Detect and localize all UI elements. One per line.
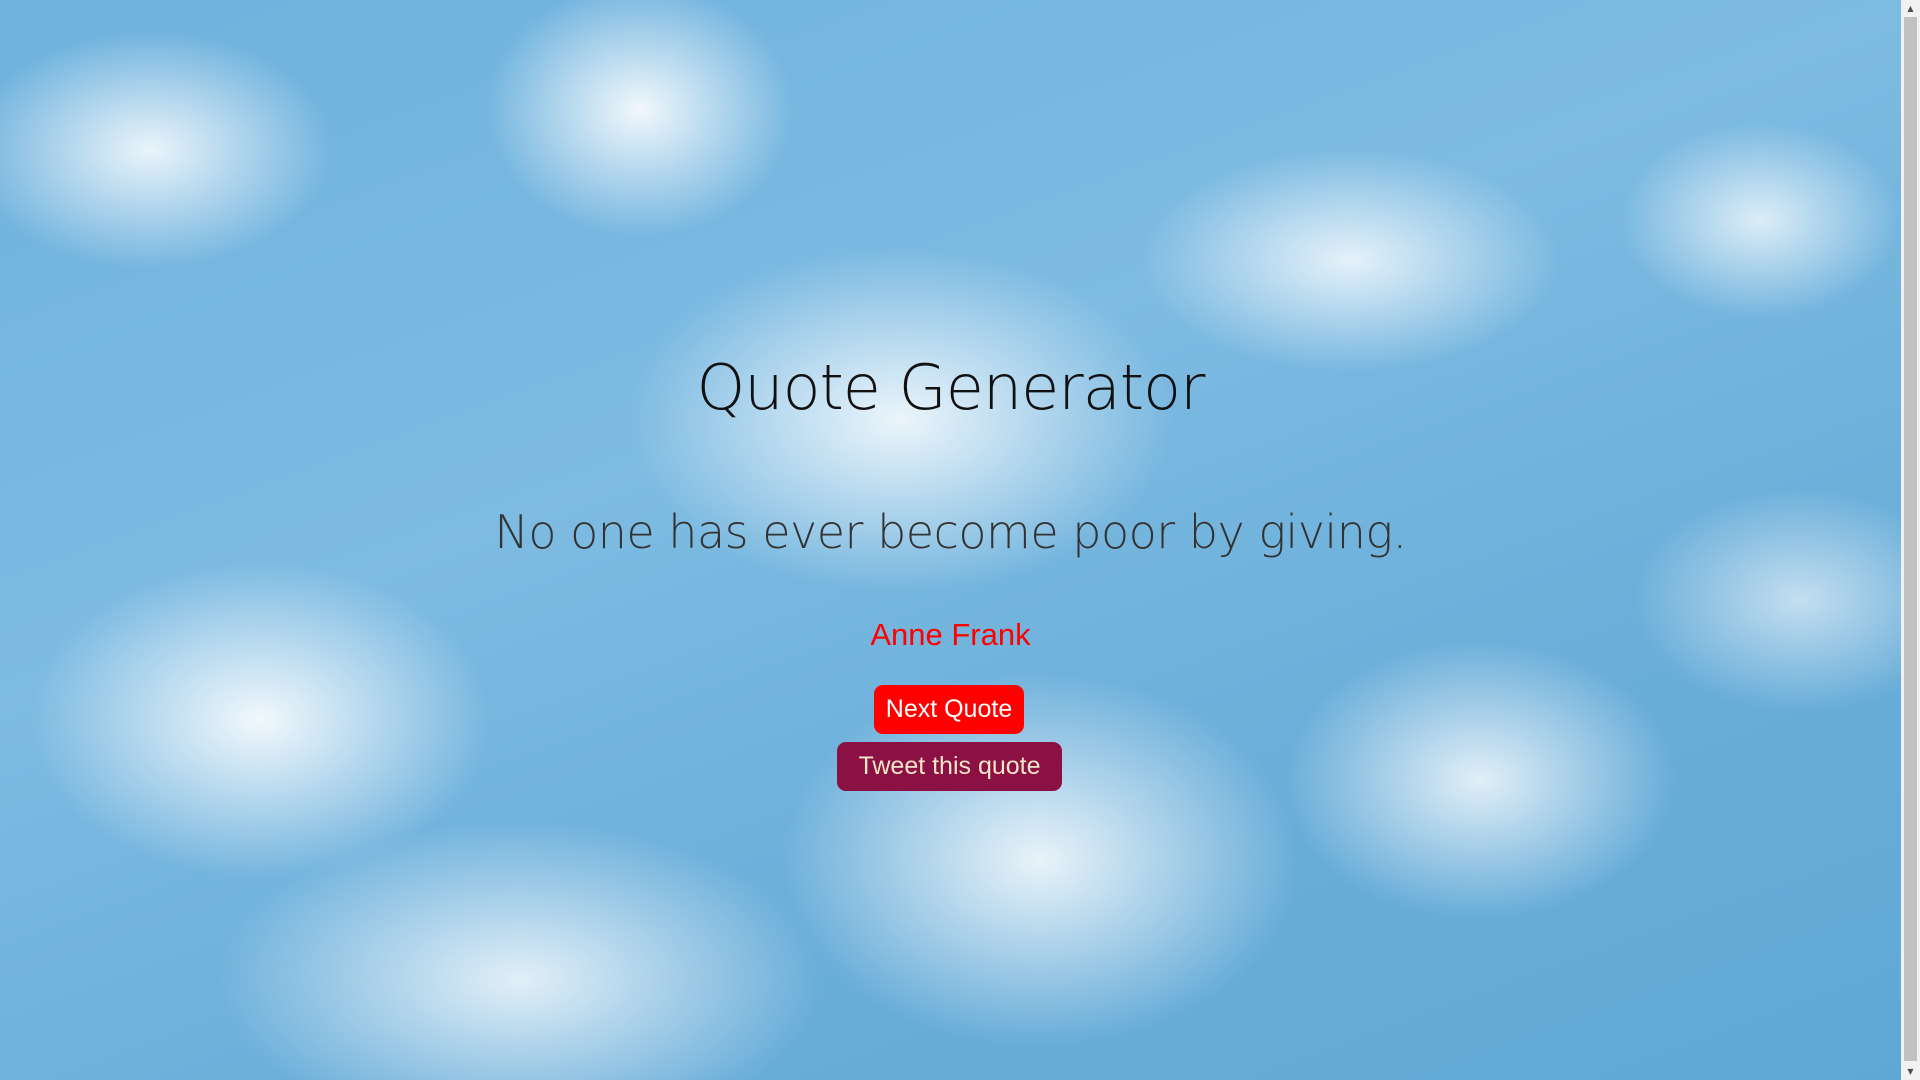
quote-text: No one has ever become poor by giving. [494, 505, 1407, 559]
scroll-up-icon[interactable]: ▲ [1901, 0, 1920, 17]
scroll-thumb[interactable] [1904, 17, 1917, 1061]
vertical-scrollbar[interactable]: ▲ ▼ [1901, 0, 1920, 1080]
tweet-quote-button[interactable]: Tweet this quote [837, 742, 1062, 791]
sky-background: Quote Generator No one has ever become p… [0, 0, 1901, 1080]
quote-author: Anne Frank [870, 617, 1031, 652]
page-title: Quote Generator [696, 351, 1205, 424]
scroll-down-icon[interactable]: ▼ [1901, 1063, 1920, 1080]
next-quote-button[interactable]: Next Quote [874, 685, 1024, 734]
